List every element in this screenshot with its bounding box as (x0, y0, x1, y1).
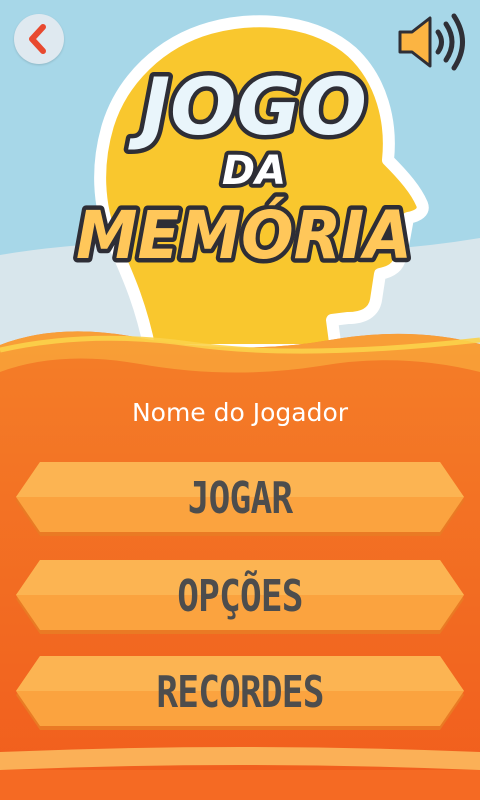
bottom-band (0, 770, 480, 800)
game-title-logo: JOGO DA MEMÓRIA (58, 58, 428, 279)
title-line-2: DA (222, 148, 286, 194)
play-button-label: JOGAR (187, 473, 293, 524)
player-name-label[interactable]: Nome do Jogador (0, 398, 480, 427)
play-button[interactable]: JOGAR (14, 462, 466, 540)
records-button-label: RECORDES (156, 667, 324, 718)
title-art: JOGO DA MEMÓRIA (72, 59, 417, 279)
options-button-label: OPÇÕES (177, 571, 303, 622)
options-button[interactable]: OPÇÕES (14, 560, 466, 638)
game-screen: JOGO DA MEMÓRIA Nome do Jogador JOGAR OP… (0, 0, 480, 800)
title-line-1: JOGO (128, 63, 367, 153)
back-button[interactable] (14, 14, 64, 64)
title-line-3: MEMÓRIA (76, 197, 412, 274)
chevron-left-icon (29, 24, 46, 54)
records-button[interactable]: RECORDES (14, 656, 466, 734)
